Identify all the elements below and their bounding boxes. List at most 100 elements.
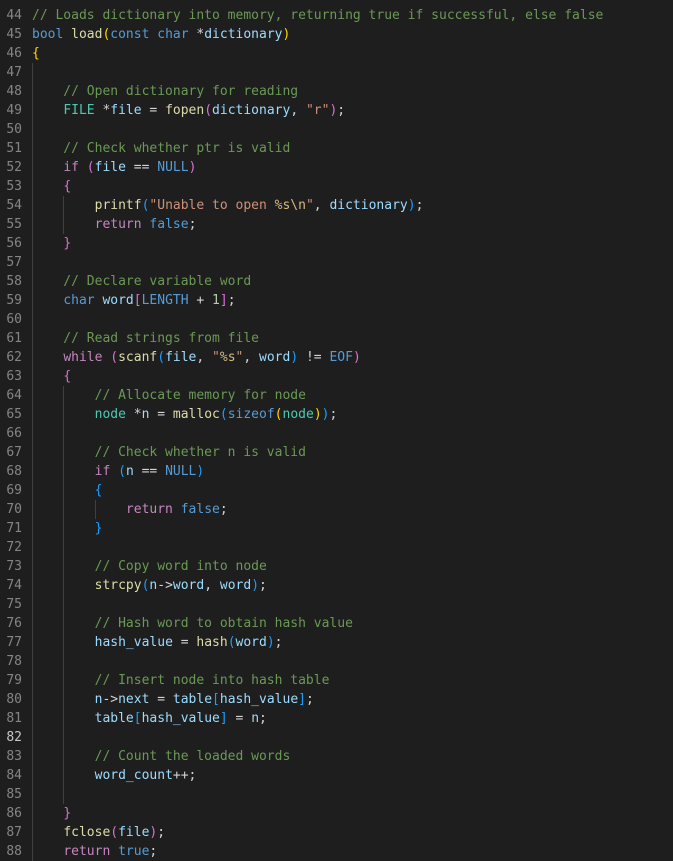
line-number: 46 bbox=[6, 46, 22, 61]
code-line[interactable]: 54 printf("Unable to open %s\n", diction… bbox=[0, 196, 673, 215]
code-line[interactable]: 53 { bbox=[0, 177, 673, 196]
indent-guide bbox=[32, 519, 33, 538]
line-number: 51 bbox=[6, 141, 22, 156]
code-line[interactable]: 73 // Copy word into node bbox=[0, 557, 673, 576]
code-line[interactable]: 70 return false; bbox=[0, 500, 673, 519]
code-token: ; bbox=[337, 103, 346, 118]
code-line[interactable]: 87 fclose(file); bbox=[0, 823, 673, 842]
indent-guide bbox=[63, 519, 65, 538]
code-line[interactable]: 78 bbox=[0, 652, 673, 671]
line-number: 87 bbox=[6, 825, 22, 840]
code-token: sizeof bbox=[227, 407, 275, 422]
code-line[interactable]: 68 if (n == NULL) bbox=[0, 462, 673, 481]
code-token: FILE bbox=[63, 103, 95, 118]
code-line[interactable]: 86 } bbox=[0, 804, 673, 823]
code-editor[interactable]: 44 // Loads dictionary into memory, retur… bbox=[0, 0, 673, 861]
code-line[interactable]: 63 { bbox=[0, 367, 673, 386]
indent-guide bbox=[32, 709, 33, 728]
code-line[interactable]: 75 bbox=[0, 595, 673, 614]
code-line[interactable]: 88 return true; bbox=[0, 842, 673, 861]
code-token: ; bbox=[219, 502, 228, 517]
code-line[interactable]: 48 // Open dictionary for reading bbox=[0, 82, 673, 101]
code-token: = bbox=[141, 103, 166, 118]
code-line[interactable]: 84 word_count++; bbox=[0, 766, 673, 785]
code-token: file bbox=[94, 160, 126, 175]
code-token: ) bbox=[407, 198, 416, 213]
indent-guide bbox=[32, 405, 33, 424]
code-line[interactable]: 52 if (file == NULL) bbox=[0, 158, 673, 177]
line-number: 68 bbox=[6, 464, 22, 479]
code-line[interactable]: 56 } bbox=[0, 234, 673, 253]
code-line[interactable]: 45 bool load(const char *dictionary) bbox=[0, 25, 673, 44]
code-line[interactable]: 72 bbox=[0, 538, 673, 557]
code-line[interactable]: 51 // Check whether ptr is valid bbox=[0, 139, 673, 158]
code-line[interactable]: 81 table[hash_value] = n; bbox=[0, 709, 673, 728]
code-line[interactable]: 85 bbox=[0, 785, 673, 804]
indent-guide bbox=[32, 671, 33, 690]
indent-guide bbox=[63, 576, 65, 595]
code-text: FILE *file = fopen(dictionary, "r"); bbox=[32, 101, 345, 120]
code-line[interactable]: 60 bbox=[0, 310, 673, 329]
indent-guide bbox=[32, 500, 33, 519]
code-line[interactable]: 55 return false; bbox=[0, 215, 673, 234]
code-line[interactable]: 82 bbox=[0, 728, 673, 747]
code-token: scanf bbox=[118, 350, 158, 365]
code-line[interactable]: 61 // Read strings from file bbox=[0, 329, 673, 348]
code-line[interactable]: 71 } bbox=[0, 519, 673, 538]
code-text: // Read strings from file bbox=[32, 329, 259, 348]
code-line[interactable]: 77 hash_value = hash(word); bbox=[0, 633, 673, 652]
line-number: 47 bbox=[6, 65, 22, 80]
indent-guide bbox=[32, 766, 33, 785]
code-line[interactable]: 49 FILE *file = fopen(dictionary, "r"); bbox=[0, 101, 673, 120]
code-line[interactable]: 65 node *n = malloc(sizeof(node)); bbox=[0, 405, 673, 424]
indent-guide bbox=[32, 329, 33, 348]
code-line[interactable]: 62 while (scanf(file, "%s", word) != EOF… bbox=[0, 348, 673, 367]
code-line[interactable]: 44 // Loads dictionary into memory, retur… bbox=[0, 6, 673, 25]
code-token: table bbox=[94, 711, 134, 726]
code-text: return true; bbox=[32, 842, 157, 861]
code-line[interactable]: 66 bbox=[0, 424, 673, 443]
code-line[interactable]: 69 { bbox=[0, 481, 673, 500]
code-token: " bbox=[212, 350, 220, 365]
indent-guide bbox=[63, 500, 65, 519]
code-line[interactable]: 67 // Check whether n is valid bbox=[0, 443, 673, 462]
code-text: if (file == NULL) bbox=[32, 158, 196, 177]
code-token: + bbox=[188, 293, 213, 308]
code-text: strcpy(n->word, word); bbox=[32, 576, 267, 595]
code-token: -> bbox=[157, 578, 173, 593]
code-token: // Copy word into node bbox=[32, 559, 267, 574]
indent-guide bbox=[32, 120, 33, 139]
code-line[interactable]: 57 bbox=[0, 253, 673, 272]
code-line[interactable]: 58 // Declare variable word bbox=[0, 272, 673, 291]
code-line[interactable]: 74 strcpy(n->word, word); bbox=[0, 576, 673, 595]
code-line[interactable]: 80 n->next = table[hash_value]; bbox=[0, 690, 673, 709]
code-line[interactable]: 83 // Count the loaded words bbox=[0, 747, 673, 766]
code-token: { bbox=[63, 179, 72, 194]
code-token: fclose bbox=[63, 825, 111, 840]
code-line[interactable]: 46 { bbox=[0, 44, 673, 63]
line-number: 79 bbox=[6, 673, 22, 688]
code-line[interactable]: 47 bbox=[0, 63, 673, 82]
code-line[interactable]: 64 // Allocate memory for node bbox=[0, 386, 673, 405]
code-text: // Open dictionary for reading bbox=[32, 82, 298, 101]
code-line[interactable]: 79 // Insert node into hash table bbox=[0, 671, 673, 690]
code-token: [ bbox=[133, 711, 142, 726]
code-token: n bbox=[125, 464, 134, 479]
code-token: ( bbox=[227, 635, 236, 650]
code-line[interactable]: 59 char word[LENGTH + 1]; bbox=[0, 291, 673, 310]
code-line[interactable]: 76 // Hash word to obtain hash value bbox=[0, 614, 673, 633]
code-token: // Check whether ptr is valid bbox=[32, 141, 291, 156]
line-number: 52 bbox=[6, 160, 22, 175]
code-token: malloc bbox=[172, 407, 220, 422]
code-token: file bbox=[110, 103, 142, 118]
line-number: 64 bbox=[6, 388, 22, 403]
code-line[interactable]: 50 bbox=[0, 120, 673, 139]
code-token: ; bbox=[274, 635, 283, 650]
code-token: dictionary bbox=[212, 103, 291, 118]
